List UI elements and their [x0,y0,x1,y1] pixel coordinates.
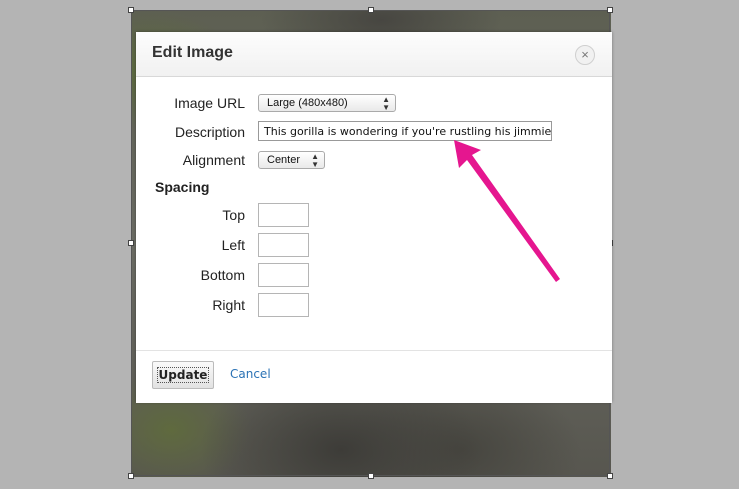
annotation-arrow-shape [454,140,560,282]
annotation-arrow [454,140,560,282]
